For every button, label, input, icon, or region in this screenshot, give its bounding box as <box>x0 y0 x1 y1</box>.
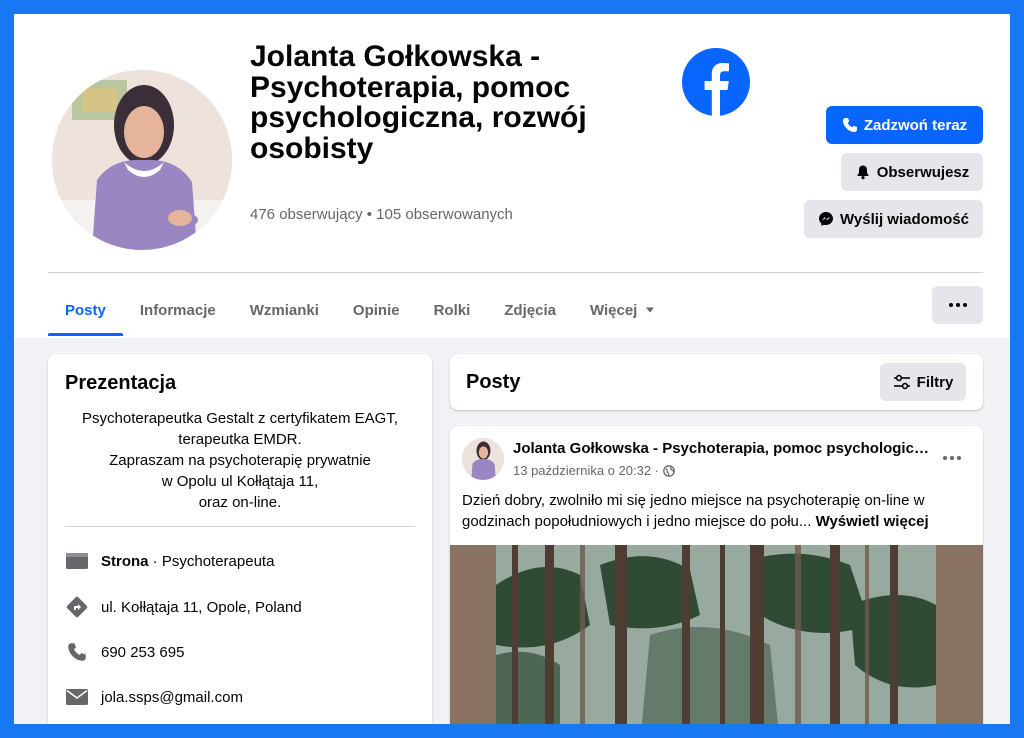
facebook-logo-icon <box>682 48 750 116</box>
bio-line: w Opolu ul Kołłątaja 11, <box>161 473 319 490</box>
email-text[interactable]: jola.ssps@gmail.com <box>101 689 243 706</box>
more-dots-icon <box>948 303 953 307</box>
call-now-label: Zadzwoń teraz <box>863 116 968 134</box>
bio-line: terapeutka EMDR. <box>178 431 302 448</box>
following-label: Obserwujesz <box>876 163 970 181</box>
directions-icon <box>65 596 89 618</box>
globe-icon <box>663 464 675 477</box>
page-title: Jolanta Gołkowska - Psychoterapia, pomoc… <box>250 40 587 165</box>
posts-header: Posty Filtry <box>450 354 983 410</box>
post-meta: 13 października o 20:32 · <box>513 463 675 478</box>
phone-icon <box>65 642 89 662</box>
page-type-row: Strona · Psychoterapeuta <box>65 551 274 571</box>
post-options-dots-icon <box>943 456 947 460</box>
bio-line: Zapraszam na psychoterapię prywatnie <box>109 452 371 469</box>
phone-row[interactable]: 690 253 695 <box>65 642 184 662</box>
page-frame: Jolanta Gołkowska - Psychoterapia, pomoc… <box>14 14 1010 724</box>
address-row[interactable]: ul. Kołłątaja 11, Opole, Poland <box>65 596 302 618</box>
tab-mentions[interactable]: Wzmianki <box>233 284 336 336</box>
tab-mentions-label: Wzmianki <box>249 301 319 319</box>
filter-icon <box>893 374 910 390</box>
bio-line: Psychoterapeutka Gestalt z certyfikatem … <box>82 410 398 427</box>
posts-title: Posty <box>466 371 521 393</box>
email-row[interactable]: jola.ssps@gmail.com <box>65 687 243 707</box>
send-message-label: Wyślij wiadomość <box>840 210 969 228</box>
tab-photos-label: Zdjęcia <box>504 301 556 319</box>
post-card: Jolanta Gołkowska - Psychoterapia, pomoc… <box>450 426 983 724</box>
call-now-button[interactable]: Zadzwoń teraz <box>826 106 983 144</box>
see-more-link[interactable]: Wyświetl więcej <box>816 513 929 530</box>
bell-icon <box>857 165 869 180</box>
phone-text[interactable]: 690 253 695 <box>101 644 184 661</box>
tab-about[interactable]: Informacje <box>123 284 233 336</box>
phone-icon <box>842 118 857 132</box>
intro-bio: Psychoterapeutka Gestalt z certyfikatem … <box>65 408 415 513</box>
profile-avatar[interactable] <box>52 70 232 250</box>
filters-label: Filtry <box>916 373 954 391</box>
filters-button[interactable]: Filtry <box>880 363 966 401</box>
tab-reviews-label: Opinie <box>352 301 400 319</box>
messenger-icon <box>819 212 834 226</box>
address-text[interactable]: ul. Kołłątaja 11, Opole, Poland <box>101 599 302 616</box>
envelope-icon <box>65 687 89 707</box>
page-flag-icon <box>65 551 89 571</box>
intro-title: Prezentacja <box>65 372 177 394</box>
post-image[interactable] <box>450 545 983 724</box>
more-options-button[interactable] <box>932 286 983 324</box>
profile-tabs: Posty Informacje Wzmianki Opinie Rolki Z… <box>48 284 672 336</box>
post-date[interactable]: 13 października o 20:32 · <box>513 463 659 478</box>
post-author-avatar[interactable] <box>462 438 504 480</box>
header-divider <box>48 272 983 273</box>
intro-divider <box>65 526 415 527</box>
page-type-value: · Psychoterapeuta <box>148 552 275 570</box>
tab-reviews[interactable]: Opinie <box>336 284 417 336</box>
send-message-button[interactable]: Wyślij wiadomość <box>804 200 983 238</box>
tab-more[interactable]: Więcej <box>573 284 672 336</box>
followers-count[interactable]: 476 obserwujący • 105 obserwowanych <box>250 206 513 223</box>
tab-more-label: Więcej <box>589 301 638 319</box>
caret-down-icon <box>646 307 655 313</box>
bio-line: oraz on-line. <box>198 494 282 511</box>
tab-posts[interactable]: Posty <box>48 284 123 336</box>
tab-photos[interactable]: Zdjęcia <box>487 284 573 336</box>
tab-reels[interactable]: Rolki <box>417 284 488 336</box>
page-type-label: Strona <box>101 552 149 570</box>
tab-posts-label: Posty <box>65 301 106 319</box>
intro-card: Prezentacja Psychoterapeutka Gestalt z c… <box>48 354 432 724</box>
post-text: Dzień dobry, zwolniło mi się jedno miejs… <box>462 490 972 532</box>
post-author-name[interactable]: Jolanta Gołkowska - Psychoterapia, pomoc… <box>513 440 933 457</box>
tab-reels-label: Rolki <box>433 301 471 319</box>
following-button[interactable]: Obserwujesz <box>841 153 983 191</box>
post-options-button[interactable] <box>938 444 966 472</box>
tab-about-label: Informacje <box>139 301 216 319</box>
